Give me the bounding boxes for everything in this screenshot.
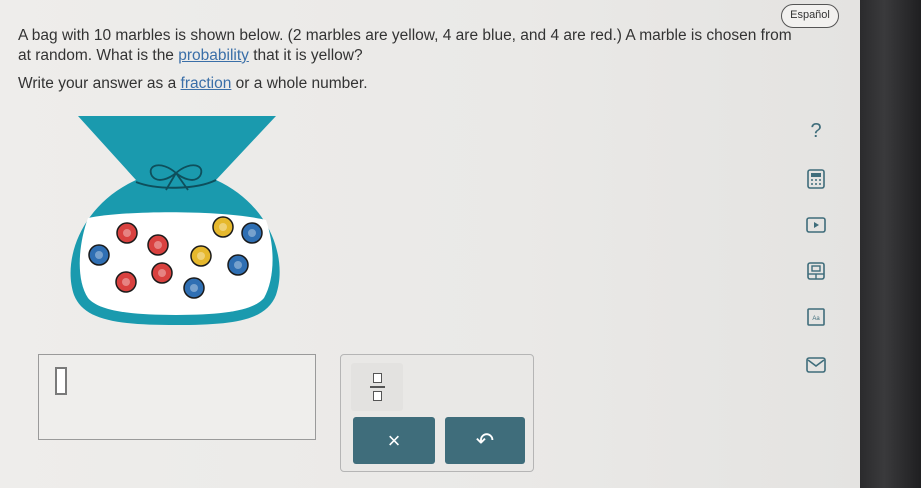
help-icon[interactable]: ? (805, 120, 827, 142)
answer-input-cursor[interactable] (55, 367, 67, 395)
marble-count: 10 (93, 27, 112, 44)
answer-input-box[interactable] (38, 354, 316, 440)
numerator-box (373, 373, 382, 383)
mail-icon[interactable] (805, 354, 827, 376)
marble-highlight (190, 284, 198, 292)
marble-highlight (122, 278, 130, 286)
instruction-text: Write your answer as a fraction or a who… (18, 75, 368, 92)
calculator-icon[interactable] (805, 168, 827, 190)
marble-bag-illustration (70, 116, 280, 325)
video-play-icon[interactable] (805, 214, 827, 236)
clear-button[interactable]: × (353, 417, 435, 464)
question-line-1: A bag with 10 marbles is shown below. (2… (18, 27, 792, 44)
undo-button[interactable]: ↶ (445, 417, 525, 464)
marble-highlight (234, 261, 242, 269)
fraction-link[interactable]: fraction (181, 75, 232, 92)
language-toggle-button[interactable]: Español (781, 4, 839, 28)
fraction-template-button[interactable] (351, 363, 403, 411)
denominator-box (373, 391, 382, 401)
marble-highlight (219, 223, 227, 231)
marble-highlight (158, 269, 166, 277)
question-text: A bag with 10 marbles is shown below. (2… (18, 26, 863, 66)
data-table-icon[interactable] (805, 260, 827, 282)
marble-highlight (95, 251, 103, 259)
dictionary-icon[interactable]: Aa (805, 306, 827, 328)
marble-highlight (123, 229, 131, 237)
marble-highlight (197, 252, 205, 260)
math-keypad: × ↶ (340, 354, 534, 472)
marble-highlight (154, 241, 162, 249)
probability-link[interactable]: probability (178, 47, 249, 64)
fraction-bar (370, 386, 385, 388)
svg-text:Aa: Aa (812, 316, 820, 322)
screen-edge (860, 0, 921, 488)
marble-highlight (248, 229, 256, 237)
question-line-2: at random. What is the probability that … (18, 47, 363, 64)
